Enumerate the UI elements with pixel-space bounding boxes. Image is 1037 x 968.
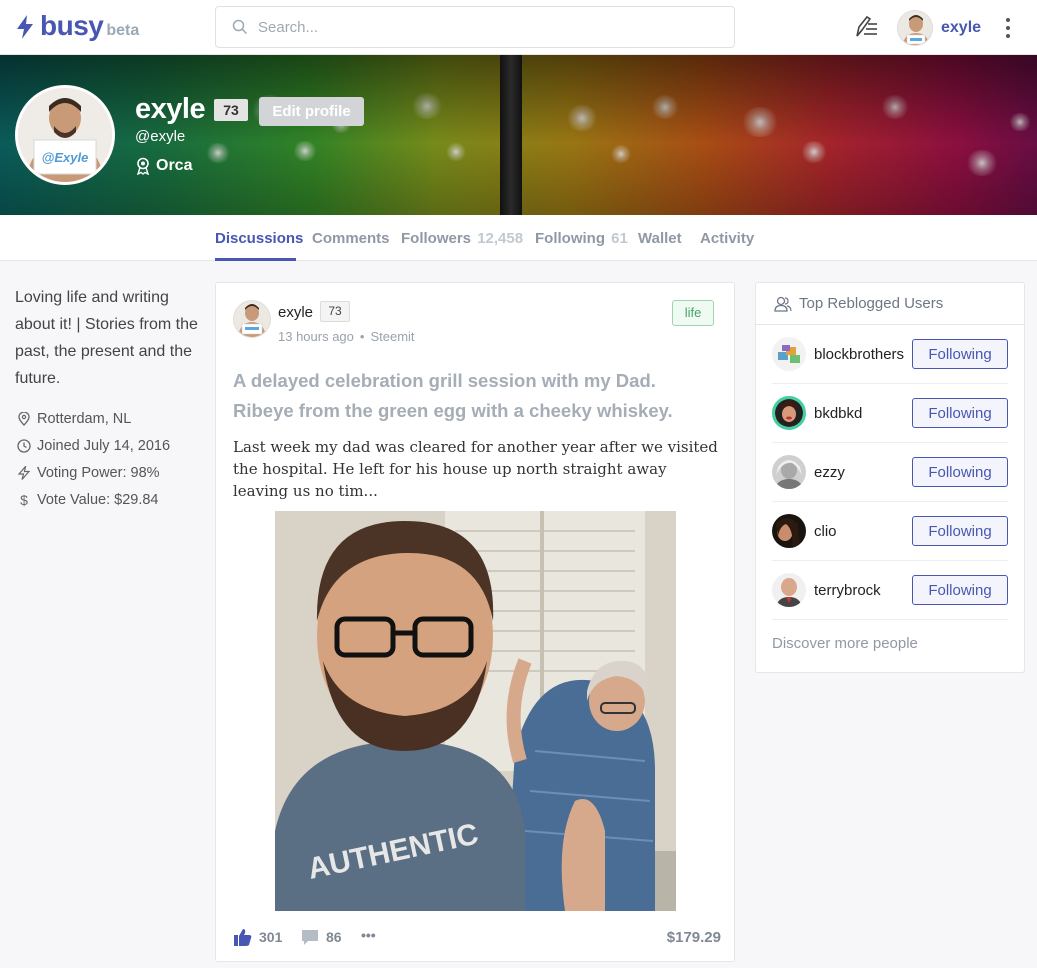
user-row: blockbrothers Following: [772, 325, 1008, 384]
edit-profile-button[interactable]: Edit profile: [259, 97, 364, 126]
search-icon: [232, 19, 248, 35]
following-count: 61: [611, 230, 628, 247]
busy-logo[interactable]: busy beta: [16, 10, 139, 42]
user-name[interactable]: bkdbkd: [814, 405, 862, 422]
rank-label: Orca: [156, 157, 193, 174]
medal-icon: [136, 157, 150, 175]
bolt-icon: [17, 466, 31, 480]
following-button[interactable]: Following: [912, 575, 1008, 605]
rank-badge: Orca: [135, 157, 192, 175]
post-title[interactable]: A delayed celebration grill session with…: [233, 366, 721, 426]
vote-value-row: $ Vote Value: $29.84: [17, 492, 158, 508]
top-reblogged-panel: Top Reblogged Users blockbrothers Follow…: [755, 282, 1025, 673]
avatar-image: @Exyle: [18, 88, 112, 182]
more-options-button[interactable]: •••: [361, 927, 376, 943]
user-avatar[interactable]: [772, 455, 806, 489]
user-avatar[interactable]: [772, 396, 806, 430]
post-source: Steemit: [370, 329, 415, 344]
post-author-reputation: 73: [320, 301, 350, 322]
user-name[interactable]: terrybrock: [814, 582, 881, 599]
like-count: 301: [259, 929, 283, 945]
tab-followers[interactable]: Followers 12,458: [401, 230, 523, 247]
search-input[interactable]: [258, 18, 698, 36]
joined-row: Joined July 14, 2016: [17, 438, 170, 454]
followers-count: 12,458: [477, 230, 524, 247]
following-button[interactable]: Following: [912, 516, 1008, 546]
tab-discussions[interactable]: Discussions: [215, 230, 303, 247]
location-pin-icon: [18, 412, 30, 426]
nav-username[interactable]: exyle: [941, 19, 981, 37]
voting-power-text: Voting Power: 98%: [37, 465, 160, 481]
tab-following[interactable]: Following 61: [535, 230, 628, 247]
dollar-icon: $: [20, 493, 28, 507]
comment-button[interactable]: 86: [300, 927, 342, 947]
reputation-badge: 73: [214, 99, 248, 121]
location-row: Rotterdam, NL: [17, 411, 131, 427]
post-excerpt[interactable]: Last week my dad was cleared for another…: [233, 436, 721, 502]
logo-text: busy: [40, 10, 104, 41]
beta-label: beta: [106, 22, 140, 39]
search-box[interactable]: [215, 6, 735, 48]
discover-more-link[interactable]: Discover more people: [772, 635, 918, 652]
joined-text: Joined July 14, 2016: [37, 438, 171, 454]
post-card: exyle 73 13 hours ago • Steemit life A del…: [215, 282, 735, 962]
users-icon: [774, 296, 792, 312]
more-options-icon: •••: [361, 927, 376, 943]
svg-text:@Exyle: @Exyle: [42, 150, 89, 165]
post-tag[interactable]: life: [672, 300, 714, 326]
panel-header: Top Reblogged Users: [756, 283, 1024, 325]
nav-avatar[interactable]: [897, 10, 933, 46]
panel-title: Top Reblogged Users: [799, 295, 944, 312]
svg-text:$: $: [20, 493, 28, 507]
voting-power-row: Voting Power: 98%: [17, 465, 160, 481]
post-author-avatar[interactable]: [233, 300, 271, 338]
user-row: bkdbkd Following: [772, 384, 1008, 443]
profile-handle: @exyle: [135, 128, 186, 145]
active-tab-indicator: [215, 258, 296, 261]
user-name[interactable]: blockbrothers: [814, 346, 904, 363]
comment-count: 86: [326, 929, 342, 945]
avatar-image: [234, 301, 270, 337]
user-avatar[interactable]: [772, 337, 806, 371]
post-photo: AUTHENTIC: [275, 511, 676, 911]
post-time[interactable]: 13 hours ago: [278, 329, 354, 344]
following-button[interactable]: Following: [912, 339, 1008, 369]
post-image[interactable]: AUTHENTIC: [275, 511, 676, 911]
like-button[interactable]: 301: [233, 927, 282, 947]
post-author-name[interactable]: exyle: [278, 304, 313, 321]
following-button[interactable]: Following: [912, 457, 1008, 487]
profile-bio: Loving life and writing about it! | Stor…: [15, 289, 198, 387]
user-name[interactable]: ezzy: [814, 464, 845, 481]
profile-cover: @Exyle exyle 73 Edit profile @exyle Orca: [0, 55, 1037, 215]
comment-icon: [302, 930, 318, 945]
kebab-menu-icon[interactable]: [1000, 16, 1016, 40]
tab-wallet[interactable]: Wallet: [638, 230, 682, 247]
profile-name: exyle: [135, 93, 206, 125]
tab-activity[interactable]: Activity: [700, 230, 754, 247]
user-avatar[interactable]: [772, 514, 806, 548]
user-row: terrybrock Following: [772, 561, 1008, 620]
user-name[interactable]: clio: [814, 523, 837, 540]
vote-value-text: Vote Value: $29.84: [37, 492, 159, 508]
tab-comments[interactable]: Comments: [312, 230, 390, 247]
post-footer: 301 86 ••• $179.29: [233, 927, 721, 953]
clock-icon: [17, 439, 31, 453]
top-navbar: busy beta exyle: [0, 0, 1037, 55]
bolt-icon: [17, 15, 33, 39]
thumbs-up-icon: [234, 929, 252, 946]
following-button[interactable]: Following: [912, 398, 1008, 428]
profile-avatar[interactable]: @Exyle: [15, 85, 115, 185]
profile-tabs: Discussions Comments Followers 12,458 Fo…: [0, 215, 1037, 261]
post-meta: 13 hours ago • Steemit: [278, 329, 415, 344]
location-text: Rotterdam, NL: [37, 411, 132, 427]
user-avatar[interactable]: [772, 573, 806, 607]
user-row: clio Following: [772, 502, 1008, 561]
post-payout[interactable]: $179.29: [667, 929, 721, 946]
write-icon[interactable]: [853, 14, 879, 40]
avatar-image: [898, 11, 932, 45]
user-row: ezzy Following: [772, 443, 1008, 502]
